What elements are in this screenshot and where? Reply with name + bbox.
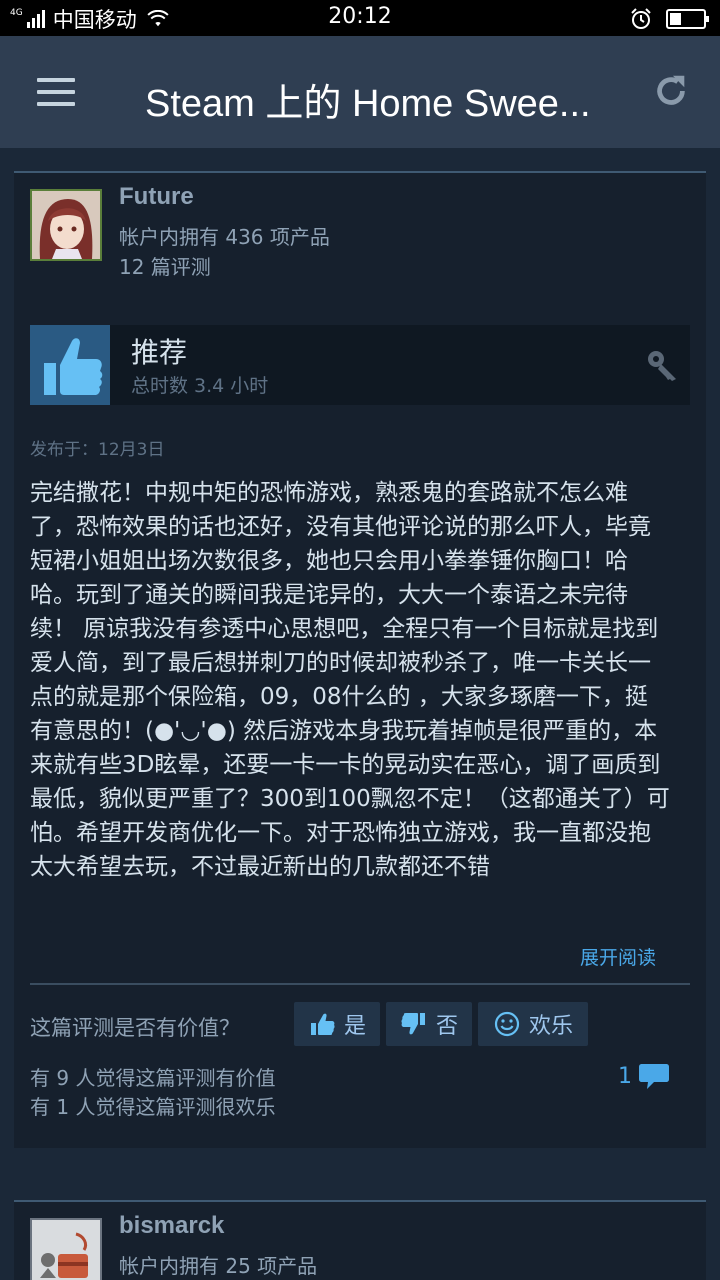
avatar-image — [32, 1220, 100, 1280]
playtime-hours: 总时数 3.4 小时 — [131, 375, 269, 397]
verdict-bar: 推荐 总时数 3.4 小时 — [30, 325, 690, 405]
thumbs-up-icon — [310, 1013, 335, 1035]
username[interactable]: bismarck — [119, 1212, 224, 1240]
page-title: Steam 上的 Home Swee... — [145, 83, 591, 125]
user-product-count: 帐户内拥有 25 项产品 — [119, 1254, 318, 1278]
battery-level — [670, 13, 681, 25]
smiley-icon — [494, 1011, 520, 1037]
user-avatar[interactable] — [30, 189, 102, 261]
alarm-icon — [631, 8, 651, 29]
status-bar: 4G 中国移动 20:12 — [0, 0, 720, 36]
refresh-icon[interactable] — [652, 72, 690, 110]
helpful-count: 有 9 人觉得这篇评测有价值 — [30, 1066, 276, 1090]
review-card: bismarck 帐户内拥有 25 项产品 — [14, 1200, 706, 1280]
comment-icon — [639, 1064, 669, 1089]
text-fade — [30, 873, 680, 921]
review-card: Future 帐户内拥有 436 项产品 12 篇评测 推荐 总时数 3.4 小… — [14, 171, 706, 1148]
user-avatar[interactable] — [30, 1218, 102, 1280]
comment-count: 1 — [618, 1063, 632, 1089]
divider — [30, 983, 690, 985]
battery-icon — [666, 9, 709, 29]
app-header: Steam 上的 Home Swee... — [0, 36, 720, 148]
vote-yes-label: 是 — [343, 1014, 366, 1039]
avatar-image — [32, 191, 100, 259]
expand-link[interactable]: 展开阅读 — [580, 943, 656, 970]
username[interactable]: Future — [119, 183, 194, 211]
vote-funny-button[interactable]: 欢乐 — [478, 1002, 588, 1046]
user-review-count: 12 篇评测 — [119, 255, 211, 279]
menu-button[interactable] — [37, 78, 75, 106]
funny-count: 有 1 人觉得这篇评测很欢乐 — [30, 1095, 276, 1119]
vote-funny-label: 欢乐 — [528, 1014, 573, 1039]
posted-date: 发布于：12月3日 — [30, 440, 165, 460]
vote-no-label: 否 — [435, 1014, 458, 1039]
review-body: 完结撒花！中规中矩的恐怖游戏，熟悉鬼的套路就不怎么难了，恐怖效果的话也还好，没有… — [30, 480, 670, 880]
comments-button[interactable]: 1 — [618, 1060, 672, 1092]
key-icon — [648, 351, 676, 381]
thumbs-up-box — [30, 325, 110, 405]
verdict-title: 推荐 — [131, 336, 188, 369]
status-right — [630, 8, 709, 30]
vote-no-button[interactable]: 否 — [386, 1002, 472, 1046]
vote-yes-button[interactable]: 是 — [294, 1002, 380, 1046]
thumbs-up-icon — [44, 338, 103, 395]
thumbs-down-icon — [401, 1013, 425, 1035]
clock: 20:12 — [328, 4, 392, 29]
user-product-count: 帐户内拥有 436 项产品 — [119, 225, 330, 249]
helpful-question: 这篇评测是否有价值？ — [30, 1016, 240, 1040]
